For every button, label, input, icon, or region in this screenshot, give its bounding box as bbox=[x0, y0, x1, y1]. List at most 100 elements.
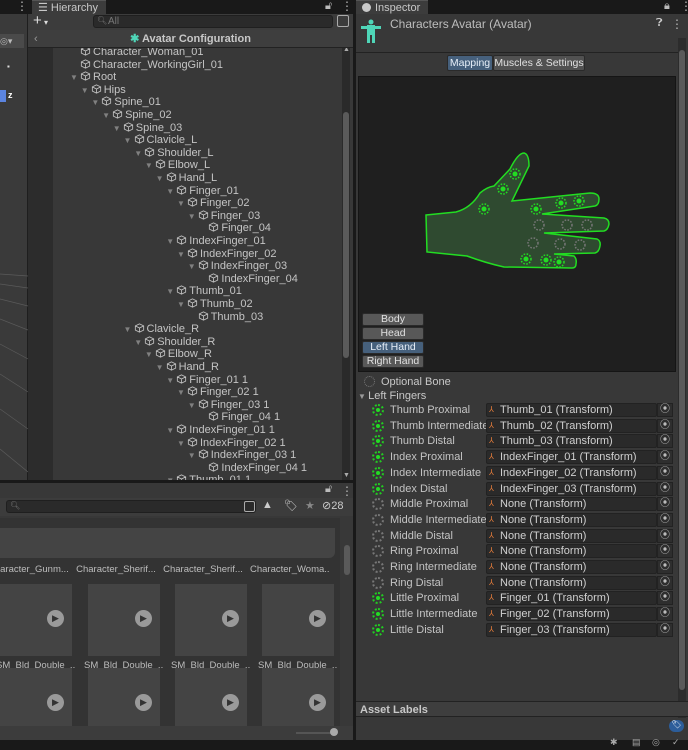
project-search-input[interactable]: 🔍︎ bbox=[6, 500, 256, 513]
tree-item[interactable]: ▼ Clavicle_R bbox=[124, 323, 200, 336]
gizmo-dropdown[interactable]: ◎▾ bbox=[0, 34, 24, 48]
tree-item[interactable]: IndexFinger_04 bbox=[198, 273, 298, 286]
expand-arrow-icon[interactable]: ▼ bbox=[124, 323, 134, 336]
scene-lock-icon[interactable]: ▪ bbox=[7, 62, 10, 71]
tree-item[interactable]: ▼ IndexFinger_03 bbox=[188, 260, 287, 273]
bone-transform-field[interactable]: ⅄ Finger_03 (Transform) bbox=[486, 622, 657, 637]
project-scrollbar[interactable] bbox=[343, 533, 351, 723]
favorite-star-icon[interactable]: ★ bbox=[305, 499, 315, 512]
expand-arrow-icon[interactable]: ▼ bbox=[124, 134, 134, 147]
bone-transform-field[interactable]: ⅄ None (Transform) bbox=[486, 544, 657, 559]
tree-item[interactable]: ▼ Finger_01 1 bbox=[166, 374, 248, 387]
expand-arrow-icon[interactable]: ▼ bbox=[188, 260, 198, 273]
expand-arrow-icon[interactable]: ▼ bbox=[177, 437, 187, 450]
object-picker-button[interactable]: ⦿ bbox=[657, 512, 673, 527]
part-button-head[interactable]: Head bbox=[362, 327, 424, 340]
expand-arrow-icon[interactable]: ▼ bbox=[177, 298, 187, 311]
tree-item[interactable]: ▼ Thumb_02 bbox=[177, 298, 253, 311]
tab-mapping[interactable]: Mapping bbox=[447, 55, 493, 71]
expand-arrow-icon[interactable]: ▼ bbox=[81, 84, 91, 97]
inspector-more-icon[interactable]: ⋮ bbox=[680, 0, 688, 13]
tree-item[interactable]: ▼ Thumb_01 bbox=[166, 285, 242, 298]
expand-arrow-icon[interactable]: ▼ bbox=[188, 210, 198, 223]
expand-arrow-icon[interactable]: ▼ bbox=[113, 122, 123, 135]
tree-item[interactable]: ▼ Spine_02 bbox=[102, 109, 172, 122]
play-preview-button[interactable]: ▶ bbox=[309, 610, 326, 627]
project-more-icon[interactable]: ⋮ bbox=[341, 484, 353, 498]
scene-more-icon[interactable]: ⋮ bbox=[16, 0, 28, 13]
part-button-left-hand[interactable]: Left Hand bbox=[362, 341, 424, 354]
debug-icon[interactable]: ✱ bbox=[610, 737, 618, 748]
expand-arrow-icon[interactable]: ▼ bbox=[102, 109, 112, 122]
bone-transform-field[interactable]: ⅄ Thumb_01 (Transform) bbox=[486, 403, 657, 417]
hierarchy-more-icon[interactable]: ⋮ bbox=[341, 0, 353, 13]
object-picker-button[interactable]: ⦿ bbox=[657, 497, 673, 512]
bone-transform-field[interactable]: ⅄ IndexFinger_03 (Transform) bbox=[486, 481, 657, 496]
object-picker-button[interactable]: ⦿ bbox=[657, 403, 673, 417]
bone-marker-dot[interactable] bbox=[523, 256, 529, 262]
tree-item[interactable]: IndexFinger_04 1 bbox=[198, 462, 307, 475]
search-scene-icon[interactable] bbox=[337, 15, 349, 27]
hidden-packages-icon[interactable]: ⊘28 bbox=[322, 499, 343, 512]
object-picker-button[interactable]: ⦿ bbox=[657, 434, 673, 449]
back-chevron-icon[interactable]: ‹ bbox=[34, 30, 38, 48]
bone-transform-field[interactable]: ⅄ IndexFinger_02 (Transform) bbox=[486, 465, 657, 480]
bone-marker-dot[interactable] bbox=[576, 198, 582, 204]
bone-marker-dot[interactable] bbox=[556, 259, 562, 265]
bone-transform-field[interactable]: ⅄ Thumb_03 (Transform) bbox=[486, 434, 657, 449]
play-preview-button[interactable]: ▶ bbox=[222, 610, 239, 627]
play-preview-button[interactable]: ▶ bbox=[47, 694, 64, 711]
help-icon[interactable]: ❓︎ bbox=[656, 17, 663, 30]
tree-item[interactable]: ▼ Finger_02 bbox=[177, 197, 250, 210]
bone-transform-field[interactable]: ⅄ Thumb_02 (Transform) bbox=[486, 418, 657, 433]
expand-arrow-icon[interactable]: ▼ bbox=[188, 449, 198, 462]
expand-arrow-icon[interactable]: ▼ bbox=[156, 172, 166, 185]
object-picker-button[interactable]: ⦿ bbox=[657, 418, 673, 433]
object-picker-button[interactable]: ⦿ bbox=[657, 622, 673, 637]
left-fingers-foldout[interactable]: ▼ Left Fingers bbox=[358, 390, 426, 402]
bone-transform-field[interactable]: ⅄ None (Transform) bbox=[486, 497, 657, 512]
expand-arrow-icon[interactable]: ▼ bbox=[166, 374, 176, 387]
expand-arrow-icon[interactable]: ▼ bbox=[70, 71, 80, 84]
tab-muscles-settings[interactable]: Muscles & Settings bbox=[493, 55, 585, 71]
tree-item[interactable]: Thumb_03 bbox=[188, 311, 263, 324]
play-preview-button[interactable]: ▶ bbox=[47, 610, 64, 627]
tree-item[interactable]: ▼ Spine_03 bbox=[113, 122, 183, 135]
progress-icon[interactable]: ◎ bbox=[652, 737, 660, 748]
tree-item[interactable]: ▼ Finger_03 1 bbox=[188, 399, 270, 412]
expand-arrow-icon[interactable]: ▼ bbox=[166, 474, 176, 480]
asset-label-button[interactable]: 🏷︎ bbox=[669, 720, 684, 732]
expand-arrow-icon[interactable]: ▼ bbox=[177, 197, 187, 210]
expand-arrow-icon[interactable]: ▼ bbox=[166, 185, 176, 198]
asset-label[interactable]: Character_Sherif... bbox=[163, 564, 243, 575]
hierarchy-scrollbar[interactable]: ▲ ▼ bbox=[342, 48, 350, 480]
axis-z-gizmo[interactable] bbox=[0, 90, 6, 102]
object-picker-button[interactable]: ⦿ bbox=[657, 544, 673, 559]
bone-marker-dot[interactable] bbox=[558, 200, 564, 206]
expand-arrow-icon[interactable]: ▼ bbox=[145, 348, 155, 361]
bone-transform-field[interactable]: ⅄ None (Transform) bbox=[486, 560, 657, 574]
tree-item[interactable]: ▼ Thumb_01 1 bbox=[166, 474, 251, 480]
expand-arrow-icon[interactable]: ▼ bbox=[145, 159, 155, 172]
add-button[interactable]: + ▾ bbox=[33, 12, 48, 29]
tab-inspector[interactable]: Inspector bbox=[356, 0, 429, 14]
scroll-up-icon[interactable]: ▲ bbox=[343, 48, 350, 53]
bone-transform-field[interactable]: ⅄ None (Transform) bbox=[486, 528, 657, 543]
tree-item[interactable]: ▼ Shoulder_R bbox=[134, 336, 215, 349]
object-picker-button[interactable]: ⦿ bbox=[657, 465, 673, 480]
tree-item[interactable]: ▼ IndexFinger_01 1 bbox=[166, 424, 275, 437]
project-lock-icon[interactable]: 🔓︎ bbox=[325, 483, 332, 496]
tree-item[interactable]: ▼ Hand_R bbox=[156, 361, 219, 374]
tab-hierarchy[interactable]: ☰ Hierarchy bbox=[32, 0, 106, 14]
tree-item[interactable]: ▼ Finger_03 bbox=[188, 210, 261, 223]
object-picker-button[interactable]: ⦿ bbox=[657, 481, 673, 496]
bone-marker-dot[interactable] bbox=[500, 186, 506, 192]
scroll-down-icon[interactable]: ▼ bbox=[343, 472, 350, 479]
expand-arrow-icon[interactable]: ▼ bbox=[156, 361, 166, 374]
filter-label-icon[interactable]: 🏷︎ bbox=[284, 499, 298, 512]
part-button-body[interactable]: Body bbox=[362, 313, 424, 326]
tree-item[interactable]: ▼ Elbow_R bbox=[145, 348, 212, 361]
tree-item[interactable]: ▼ Shoulder_L bbox=[134, 147, 213, 160]
tree-item[interactable]: ▼ Spine_01 bbox=[91, 96, 161, 109]
object-picker-button[interactable]: ⦿ bbox=[657, 607, 673, 622]
